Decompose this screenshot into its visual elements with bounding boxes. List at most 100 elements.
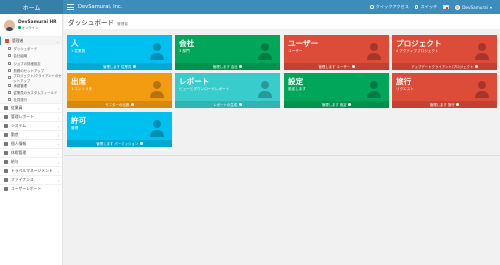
dashboard-tile[interactable]: 人1 従業員 管理します 従業員: [67, 35, 172, 70]
sidebar-subitem[interactable]: 会社組織: [0, 52, 62, 60]
sidebar-item-label: 休暇管理: [11, 150, 27, 156]
dashboard-tile[interactable]: プロジェクト 4 アクティブプロジェクト アップデートクライアント/プロジェクト: [392, 35, 497, 70]
tile-subtitle: 1 エントリを: [71, 87, 93, 91]
dashboard-tile[interactable]: ユーザー ユーザー 管理します ユーザー: [284, 35, 389, 70]
switch-icon: [414, 5, 419, 9]
caret-down-icon: ▾: [489, 4, 492, 10]
tile-footer-link[interactable]: 管理します 会社: [175, 63, 280, 70]
tile-title: レポート: [179, 77, 210, 86]
user-menu[interactable]: DevSamurai ▾: [455, 4, 492, 10]
sidebar-item-label: システム: [11, 123, 27, 129]
user-menu-label: DevSamurai: [462, 4, 488, 10]
sidebar-item-label: 給与: [11, 159, 19, 165]
arrow-circle-right-icon: [474, 65, 478, 68]
sidebar: DevSamurai HR オンライン 管理者 ⌄ ダッシュボード 会社組織 ジョブ…: [0, 14, 63, 265]
people-icon: [150, 43, 164, 60]
tile-footer-link[interactable]: 管理します ユーザー: [284, 63, 389, 70]
arrow-circle-right-icon: [238, 103, 242, 106]
arrow-circle-right-icon: [239, 65, 243, 68]
dashboard-tile[interactable]: 旅行 リクエスト 管理します 旅行: [392, 73, 497, 108]
sidebar-item[interactable]: ユーザーレポート ‹: [0, 184, 62, 193]
sidebar-item[interactable]: ファイナンス ‹: [0, 175, 62, 184]
dashboard-tile[interactable]: 会社 3 部門 管理します 会社: [175, 35, 280, 70]
dashboard-tile[interactable]: 許可 管理 管理します パーミッション: [67, 112, 172, 147]
tile-subtitle: 3 部門: [179, 49, 190, 53]
chevron-left-icon: ‹: [57, 151, 59, 156]
clock-icon: [150, 81, 164, 98]
tile-footer-link[interactable]: モニターの出席: [67, 101, 172, 108]
sidebar-item[interactable]: 勤怠 ‹: [0, 130, 62, 139]
bullet-icon: [8, 54, 11, 58]
sidebar-item[interactable]: 個人情報 ‹: [0, 139, 62, 148]
sidebar-subitem[interactable]: ダッシュボード: [0, 45, 62, 53]
bullet-icon: [8, 76, 11, 80]
switch-button[interactable]: スイッチ: [414, 4, 438, 10]
sidebar-subitem[interactable]: ジョブの詳細設定: [0, 59, 62, 67]
menu-icon: [4, 187, 8, 192]
sidebar-item-admin[interactable]: 管理者 ⌄: [0, 36, 62, 45]
tile-subtitle: 4 アクティブプロジェクト: [396, 49, 439, 53]
sidebar-item[interactable]: 給与 ‹: [0, 157, 62, 166]
tile-footer-label: 管理します ユーザー: [318, 65, 351, 69]
dashboard-tile[interactable]: 設定 設定します 管理します 設定: [284, 73, 389, 108]
tile-footer-link[interactable]: 管理します パーミッション: [67, 140, 172, 147]
sidebar-subitem[interactable]: 従業員のカスタムフィールド: [0, 88, 62, 97]
menu-icon: [4, 106, 8, 111]
sidebar-item[interactable]: 休暇管理 ‹: [0, 148, 62, 157]
sidebar-subitem-label: 会社組織: [13, 54, 28, 59]
tile-footer-label: アップデートクライアント/プロジェクト: [411, 65, 474, 69]
switch-label: スイッチ: [420, 4, 438, 9]
tile-footer-link[interactable]: アップデートクライアント/プロジェクト: [392, 63, 497, 70]
chevron-left-icon: ‹: [57, 115, 59, 120]
tile-subtitle: 設定します: [288, 87, 306, 91]
sidebar-item-label: ファイナンス: [11, 177, 34, 183]
tile-footer-label: 管理します 会社: [212, 65, 238, 69]
quick-access-icon: [370, 5, 374, 9]
dashboard-tile[interactable]: レポート ビューとダウンロードレポートレポートの生成: [175, 73, 280, 108]
menu-icon: [4, 115, 8, 120]
tile-footer-label: モニターの出席: [105, 103, 130, 107]
sitemap-icon: [258, 43, 272, 60]
tile-footer-label: レポートの生成: [213, 103, 238, 107]
lock-icon: [150, 120, 164, 137]
sidebar-item[interactable]: システム ‹: [0, 121, 62, 130]
chevron-left-icon: ‹: [57, 106, 59, 111]
briefcase-icon: [5, 39, 9, 43]
chevron-left-icon: ‹: [57, 160, 59, 165]
content-divider: [64, 155, 500, 156]
chevron-left-icon: ‹: [57, 133, 59, 138]
user-status: オンライン: [18, 25, 57, 30]
language-flag-icon[interactable]: [443, 5, 450, 10]
sidebar-item[interactable]: 管理レポート ‹: [0, 112, 62, 121]
menu-toggle-icon[interactable]: [67, 4, 74, 10]
content-header: ダッシュボード 管理者: [64, 14, 500, 29]
tile-subtitle: ビューとダウンロードレポート: [179, 87, 230, 91]
menu-icon: [4, 169, 8, 174]
menu-icon: [4, 124, 8, 129]
arrow-circle-right-icon: [132, 65, 136, 68]
chevron-left-icon: ‹: [57, 124, 59, 129]
chevron-left-icon: ‹: [57, 187, 59, 192]
sidebar-subitem[interactable]: プロジェクト/クライアントのセットアップ: [0, 74, 62, 83]
tile-footer-link[interactable]: 管理します 従業員: [67, 63, 172, 70]
sidebar-item-label: 従業員: [11, 105, 23, 111]
chevron-down-icon: ⌄: [56, 39, 59, 44]
menu-icon: [4, 142, 8, 147]
tile-footer-link[interactable]: レポートの生成: [175, 101, 280, 108]
bullet-icon: [8, 61, 11, 65]
sidebar-item[interactable]: 従業員 ‹: [0, 103, 62, 112]
chevron-left-icon: ‹: [57, 178, 59, 183]
chevron-left-icon: ‹: [57, 142, 59, 147]
menu-icon: [4, 178, 8, 183]
menu-icon: [4, 160, 8, 165]
home-link[interactable]: ホーム: [0, 0, 63, 14]
avatar: [4, 19, 15, 31]
dashboard-tile[interactable]: 出席 1 エントリを モニターの出席: [67, 73, 172, 108]
tile-footer-link[interactable]: 管理します 設定: [284, 101, 389, 108]
sidebar-item[interactable]: トラベルマネージメント ‹: [0, 166, 62, 175]
quick-access-button[interactable]: クイックアクセス: [370, 4, 409, 10]
sidebar-subitem[interactable]: 社員旅行: [0, 96, 62, 104]
plane-icon: [475, 81, 489, 98]
sidebar-item-label: 勤怠: [11, 132, 19, 138]
tile-footer-link[interactable]: 管理します 旅行: [392, 101, 497, 108]
